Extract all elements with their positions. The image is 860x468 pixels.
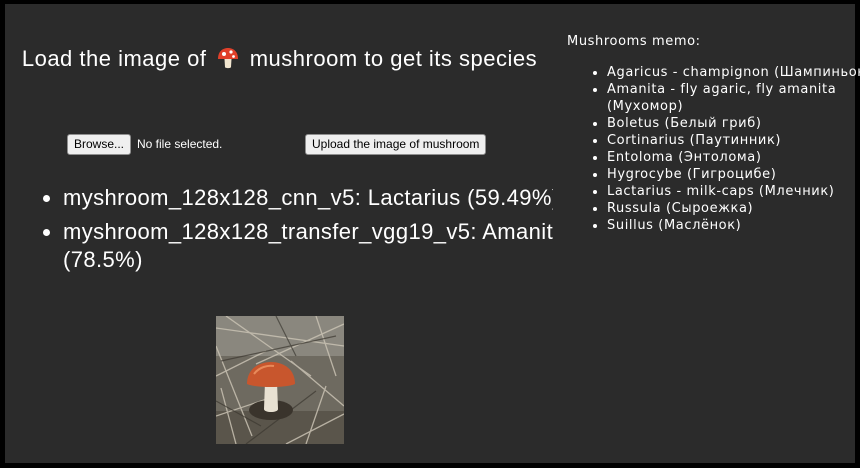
title-text-end: mushroom to get its species xyxy=(249,46,538,71)
memo-list: Agaricus - champignon (Шампиньон) Amanit… xyxy=(577,64,860,234)
memo-item-russula: Russula (Сыроежка) xyxy=(607,200,860,217)
mushroom-icon xyxy=(218,48,239,69)
mushroom-photo xyxy=(216,316,344,444)
file-status: No file selected. xyxy=(137,137,223,151)
browse-button[interactable]: Browse... xyxy=(67,134,132,155)
memo-item-lactarius: Lactarius - milk-caps (Млечник) xyxy=(607,183,860,200)
page-title: Load the image of mushroom to get its sp… xyxy=(19,44,540,73)
prediction-results: myshroom_128x128_cnn_v5: Lactarius (59.4… xyxy=(33,184,583,280)
title-text-start: Load the image of xyxy=(21,46,207,71)
app-frame: Load the image of mushroom to get its sp… xyxy=(5,4,860,463)
mushrooms-memo-sidebar: Mushrooms memo: Agaricus - champignon (Ш… xyxy=(553,4,860,463)
memo-item-suillus: Suillus (Маслёнок) xyxy=(607,217,860,234)
memo-item-entoloma: Entoloma (Энтолома) xyxy=(607,149,860,166)
memo-item-cortinarius: Cortinarius (Паутинник) xyxy=(607,132,860,149)
upload-form: Browse... No file selected. Upload the i… xyxy=(67,134,507,156)
result-item: myshroom_128x128_transfer_vgg19_v5: Aman… xyxy=(63,218,583,274)
memo-item-agaricus: Agaricus - champignon (Шампиньон) xyxy=(607,64,860,81)
memo-item-boletus: Boletus (Белый гриб) xyxy=(607,115,860,132)
result-item: myshroom_128x128_cnn_v5: Lactarius (59.4… xyxy=(63,184,583,212)
memo-item-amanita: Amanita - fly agaric, fly amanita (Мухом… xyxy=(607,81,860,115)
main-panel: Load the image of mushroom to get its sp… xyxy=(5,4,565,463)
memo-title: Mushrooms memo: xyxy=(567,34,701,49)
memo-item-hygrocybe: Hygrocybe (Гигроцибе) xyxy=(607,166,860,183)
upload-button[interactable]: Upload the image of mushroom xyxy=(305,134,487,155)
